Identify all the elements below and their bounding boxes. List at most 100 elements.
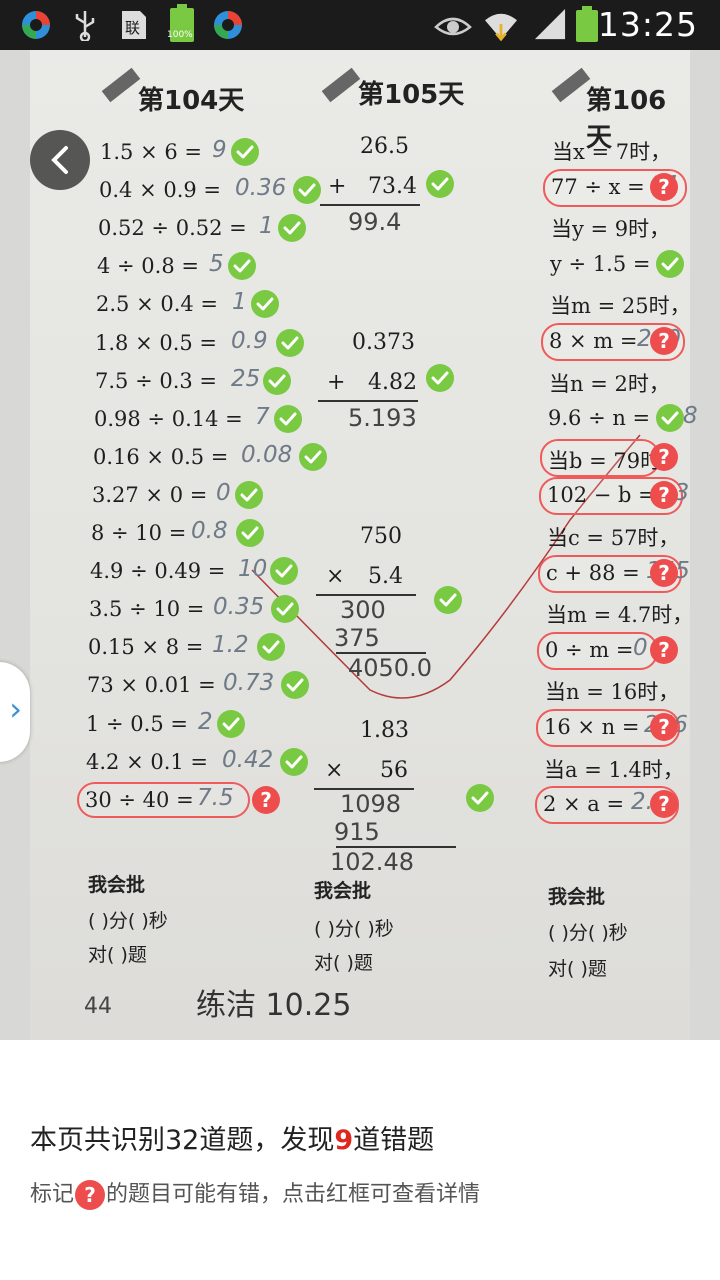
handwritten-answer: 0	[633, 635, 648, 661]
equation-text: 8 ÷ 10 =	[91, 521, 187, 545]
line-text: 当n = 16时，	[545, 680, 680, 704]
back-button[interactable]	[30, 130, 90, 190]
handwritten-answer: 7.5	[197, 785, 234, 811]
check-icon	[217, 710, 245, 738]
question-mark-icon[interactable]: ?	[650, 327, 678, 355]
handwritten-answer: 1	[259, 213, 274, 239]
line-text: 0 ÷ m =	[545, 638, 634, 662]
svg-text:联: 联	[125, 19, 140, 37]
handwritten-work: 375	[334, 624, 380, 652]
equation-text: 0.98 ÷ 0.14 =	[94, 407, 243, 431]
check-icon	[263, 367, 291, 395]
handwritten-answer: 10	[238, 556, 268, 582]
handwritten-answer: 0.08	[241, 442, 293, 468]
chevron-right-icon: ›	[9, 690, 22, 728]
equation-text: 0.4 × 0.9 =	[99, 178, 222, 202]
handwritten-answer: 0	[216, 480, 231, 506]
top-operand: 1.83	[360, 718, 409, 743]
handwritten-answer: 5	[209, 251, 224, 277]
check-icon	[281, 671, 309, 699]
check-icon	[293, 176, 321, 204]
equation-text: 4.2 × 0.1 =	[86, 750, 209, 774]
check-icon	[434, 586, 462, 614]
handwritten-answer: 0.35	[213, 594, 265, 620]
page-number: 44	[84, 994, 112, 1019]
equation-text: 0.15 × 8 =	[88, 635, 204, 659]
equation-text: 0.16 × 0.5 =	[93, 445, 229, 469]
line-text: 16 × n =	[544, 715, 640, 739]
question-mark-icon[interactable]: ?	[650, 790, 678, 818]
footer-score-line: ( )分( )秒	[548, 922, 628, 944]
bottom-operand: 73.4	[368, 174, 417, 199]
handwritten-answer: 0.42	[222, 747, 274, 773]
line-text: 8 × m =	[549, 329, 638, 353]
check-icon	[271, 595, 299, 623]
handwritten-answer: 1.2	[212, 632, 249, 658]
signal-icon	[534, 9, 566, 40]
equation-text: 3.5 ÷ 10 =	[89, 597, 205, 621]
equation-text: 1 ÷ 0.5 =	[86, 712, 188, 736]
equation-text: 73 × 0.01 =	[87, 673, 216, 697]
footer-correct-line: 对( )题	[88, 944, 147, 966]
question-mark-icon[interactable]: ?	[650, 443, 678, 471]
hint-prefix: 标记	[30, 1182, 75, 1207]
footer-correct-line: 对( )题	[548, 958, 607, 980]
equation-text: 30 ÷ 40 =	[85, 788, 194, 812]
check-icon	[278, 214, 306, 242]
line-text: 当n = 2时，	[549, 372, 670, 396]
equation-text: 0.52 ÷ 0.52 =	[98, 216, 247, 240]
check-icon	[276, 329, 304, 357]
summary-text: 本页共识别32道题，发现9道错题	[30, 1118, 434, 1157]
question-mark-icon[interactable]: ?	[650, 173, 678, 201]
battery-full-icon: 100%	[167, 4, 194, 42]
handwritten-work: 915	[334, 818, 380, 846]
question-mark-icon[interactable]: ?	[650, 481, 678, 509]
equation-text: 1.8 × 0.5 =	[95, 331, 218, 355]
question-mark-icon[interactable]: ?	[650, 636, 678, 664]
line-text: 当a = 1.4时，	[544, 758, 684, 782]
app-icon	[22, 11, 50, 39]
top-operand: 26.5	[360, 134, 409, 159]
equation-text: 4 ÷ 0.8 =	[97, 254, 199, 278]
bottom-operand: 56	[380, 758, 408, 783]
handwritten-result: 99.4	[348, 208, 402, 236]
side-expand-tab[interactable]: ›	[0, 662, 30, 762]
clock: 13:25	[597, 5, 698, 44]
line-text: 当m = 4.7时，	[546, 603, 694, 627]
handwritten-result: 5.193	[348, 404, 417, 432]
footer-score-line: ( )分( )秒	[314, 918, 394, 940]
line-text: 当c = 57时，	[547, 526, 680, 550]
handwritten-answer: 1	[232, 289, 247, 315]
equation-text: 7.5 ÷ 0.3 =	[95, 369, 218, 393]
operator: ×	[326, 564, 345, 589]
bottom-operand: 4.82	[368, 370, 417, 395]
check-icon	[466, 784, 494, 812]
handwritten-work: 300	[340, 596, 386, 624]
footer-title: 我会批	[314, 880, 372, 902]
sim-icon: 联	[122, 11, 146, 39]
error-count: 9	[334, 1125, 354, 1156]
check-icon	[656, 250, 684, 278]
check-icon	[270, 557, 298, 585]
question-mark-icon[interactable]: ?	[252, 786, 280, 814]
battery-icon	[576, 6, 598, 42]
summary-suffix: 道错题	[353, 1125, 435, 1156]
status-bar: 联 100% 13:25	[0, 0, 720, 50]
bottom-operand: 5.4	[368, 564, 403, 589]
question-mark-icon[interactable]: ?	[650, 713, 678, 741]
sum-line	[320, 204, 420, 206]
line-text: 当x = 7时，	[552, 140, 672, 164]
equation-text: 1.5 × 6 =	[100, 140, 202, 164]
equation-text: 3.27 × 0 =	[92, 483, 208, 507]
handwritten-answer: 9	[212, 137, 227, 163]
equation-text: 4.9 ÷ 0.49 =	[90, 559, 226, 583]
check-icon	[426, 364, 454, 392]
question-mark-icon[interactable]: ?	[650, 559, 678, 587]
top-operand: 750	[360, 524, 402, 549]
line-text: 2 × a =	[543, 792, 625, 816]
handwritten-work: 1098	[340, 790, 402, 818]
line-text: 当y = 9时，	[551, 217, 671, 241]
worksheet-photo: 第104天 第105天 第106天 1.5 × 6 = 9 0.4 × 0.9 = 0…	[0, 50, 720, 1040]
line-text: 77 ÷ x =	[551, 175, 645, 199]
line-text: 102 − b =	[547, 483, 656, 507]
